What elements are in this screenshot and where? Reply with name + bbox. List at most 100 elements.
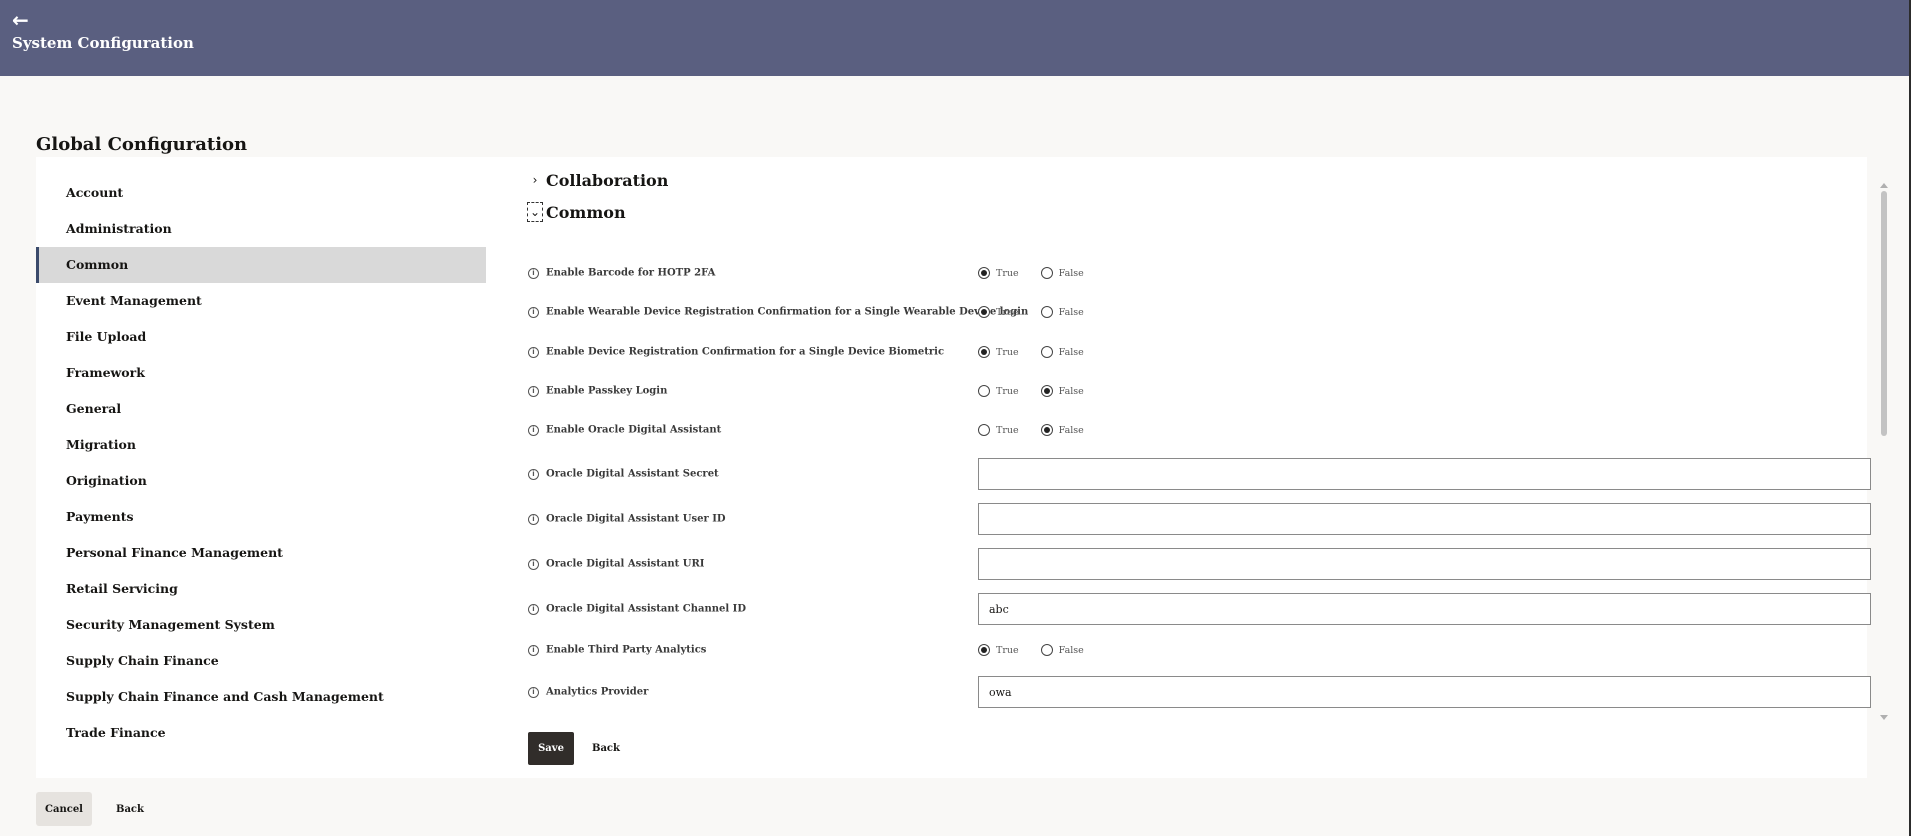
- section-collaboration[interactable]: › Collaboration: [528, 167, 669, 193]
- radio-button-false[interactable]: [1040, 267, 1053, 279]
- setting-row-enable-passkey-login: i Enable Passkey Login True False: [528, 373, 1873, 409]
- setting-label: Analytics Provider: [546, 686, 649, 698]
- sidebar-item-administration[interactable]: Administration: [36, 211, 486, 247]
- header-title: System Configuration: [12, 34, 194, 52]
- info-icon[interactable]: i: [528, 469, 539, 480]
- sidebar-item-framework[interactable]: Framework: [36, 355, 486, 391]
- radio-label-false: False: [1058, 306, 1084, 318]
- info-icon[interactable]: i: [528, 347, 539, 358]
- radio-button-false[interactable]: [1040, 385, 1053, 397]
- info-icon[interactable]: i: [528, 268, 539, 279]
- oracle-digital-assistant-user-id-input[interactable]: [978, 503, 1871, 535]
- radio-label-false: False: [1058, 385, 1084, 397]
- sidebar-item-retail-servicing[interactable]: Retail Servicing: [36, 571, 486, 607]
- radio-button-true[interactable]: [978, 644, 990, 656]
- sidebar-item-supply-chain-finance[interactable]: Supply Chain Finance: [36, 643, 486, 679]
- radio-group: True False: [978, 346, 1106, 358]
- radio-true[interactable]: True: [978, 385, 1019, 397]
- section-title-common: Common: [546, 202, 626, 222]
- radio-group: True False: [978, 424, 1106, 436]
- window-edge: [1909, 0, 1919, 836]
- setting-row-oracle-digital-assistant-channel-id: i Oracle Digital Assistant Channel ID: [528, 591, 1873, 627]
- info-icon[interactable]: i: [528, 604, 539, 615]
- scroll-down-icon[interactable]: [1880, 715, 1888, 720]
- chevron-right-icon[interactable]: ›: [528, 171, 542, 189]
- radio-true[interactable]: True: [978, 346, 1019, 358]
- radio-button-true[interactable]: [978, 385, 990, 397]
- radio-false[interactable]: False: [1040, 267, 1084, 279]
- radio-label-false: False: [1058, 267, 1084, 279]
- radio-label-true: True: [996, 267, 1019, 279]
- sidebar-item-event-management[interactable]: Event Management: [36, 283, 486, 319]
- info-icon[interactable]: i: [528, 425, 539, 436]
- chevron-down-icon[interactable]: ⌄: [527, 202, 543, 222]
- radio-label-true: True: [996, 644, 1019, 656]
- radio-false[interactable]: False: [1040, 385, 1084, 397]
- sidebar-item-supply-chain-finance-and-cash-management[interactable]: Supply Chain Finance and Cash Management: [36, 679, 486, 715]
- back-button[interactable]: Back: [582, 732, 630, 765]
- radio-true[interactable]: True: [978, 644, 1019, 656]
- info-icon[interactable]: i: [528, 559, 539, 570]
- sidebar-item-common[interactable]: Common: [36, 247, 486, 283]
- sidebar-item-general[interactable]: General: [36, 391, 486, 427]
- cancel-button[interactable]: Cancel: [36, 792, 92, 826]
- sidebar-item-personal-finance-management[interactable]: Personal Finance Management: [36, 535, 486, 571]
- radio-true[interactable]: True: [978, 267, 1019, 279]
- info-icon[interactable]: i: [528, 386, 539, 397]
- scroll-up-icon[interactable]: [1880, 183, 1888, 188]
- radio-false[interactable]: False: [1040, 424, 1084, 436]
- radio-button-true[interactable]: [978, 267, 990, 279]
- radio-button-false[interactable]: [1040, 306, 1053, 318]
- sidebar-item-trade-finance[interactable]: Trade Finance: [36, 715, 486, 751]
- footer-back-button[interactable]: Back: [106, 792, 154, 826]
- radio-true[interactable]: True: [978, 424, 1019, 436]
- radio-false[interactable]: False: [1040, 644, 1084, 656]
- radio-group: True False: [978, 306, 1106, 318]
- radio-button-true[interactable]: [978, 424, 990, 436]
- sidebar-item-origination[interactable]: Origination: [36, 463, 486, 499]
- radio-button-true[interactable]: [978, 346, 990, 358]
- section-common[interactable]: ⌄ Common: [527, 199, 626, 225]
- sidebar-item-account[interactable]: Account: [36, 175, 486, 211]
- setting-row-oracle-digital-assistant-user-id: i Oracle Digital Assistant User ID: [528, 501, 1873, 537]
- setting-row-enable-wearable-device-registration-confirmation-for-a-single-wearable-device-login: i Enable Wearable Device Registration Con…: [528, 294, 1873, 330]
- oracle-digital-assistant-secret-input[interactable]: [978, 458, 1871, 490]
- sidebar-item-security-management-system[interactable]: Security Management System: [36, 607, 486, 643]
- info-icon[interactable]: i: [528, 687, 539, 698]
- info-icon[interactable]: i: [528, 514, 539, 525]
- setting-row-oracle-digital-assistant-secret: i Oracle Digital Assistant Secret: [528, 456, 1873, 492]
- radio-label-true: True: [996, 306, 1019, 318]
- oracle-digital-assistant-channel-id-input[interactable]: [978, 593, 1871, 625]
- radio-label-false: False: [1058, 644, 1084, 656]
- info-icon[interactable]: i: [528, 307, 539, 318]
- radio-true[interactable]: True: [978, 306, 1019, 318]
- sidebar-item-migration[interactable]: Migration: [36, 427, 486, 463]
- radio-button-false[interactable]: [1040, 644, 1053, 656]
- radio-false[interactable]: False: [1040, 346, 1084, 358]
- oracle-digital-assistant-uri-input[interactable]: [978, 548, 1871, 580]
- setting-row-enable-barcode-for-hotp-2fa: i Enable Barcode for HOTP 2FA True False: [528, 255, 1873, 291]
- setting-label: Oracle Digital Assistant User ID: [546, 513, 726, 525]
- setting-row-enable-device-registration-confirmation-for-a-single-device-biometric: i Enable Device Registration Confirmation…: [528, 334, 1873, 370]
- analytics-provider-input[interactable]: [978, 676, 1871, 708]
- settings-content: › Collaboration ⌄ Common i Enable Barcode…: [492, 157, 1888, 778]
- setting-label: Enable Oracle Digital Assistant: [546, 424, 722, 436]
- configuration-panel: Account Administration Common Event Managem…: [36, 157, 1888, 778]
- radio-button-false[interactable]: [1040, 424, 1053, 436]
- back-arrow-icon[interactable]: ←: [12, 8, 29, 32]
- radio-group: True False: [978, 385, 1106, 397]
- radio-false[interactable]: False: [1040, 306, 1084, 318]
- radio-label-true: True: [996, 385, 1019, 397]
- app-header: ← System Configuration: [0, 0, 1909, 76]
- radio-label-true: True: [996, 346, 1019, 358]
- setting-label: Enable Device Registration Confirmation …: [546, 346, 945, 358]
- radio-button-true[interactable]: [978, 306, 990, 318]
- save-button[interactable]: Save: [528, 732, 574, 765]
- sidebar-item-payments[interactable]: Payments: [36, 499, 486, 535]
- sidebar-item-file-upload[interactable]: File Upload: [36, 319, 486, 355]
- scroll-thumb[interactable]: [1881, 191, 1887, 436]
- content-scrollbar[interactable]: [1879, 183, 1889, 720]
- setting-label: Enable Wearable Device Registration Conf…: [546, 306, 1029, 318]
- radio-button-false[interactable]: [1040, 346, 1053, 358]
- info-icon[interactable]: i: [528, 645, 539, 656]
